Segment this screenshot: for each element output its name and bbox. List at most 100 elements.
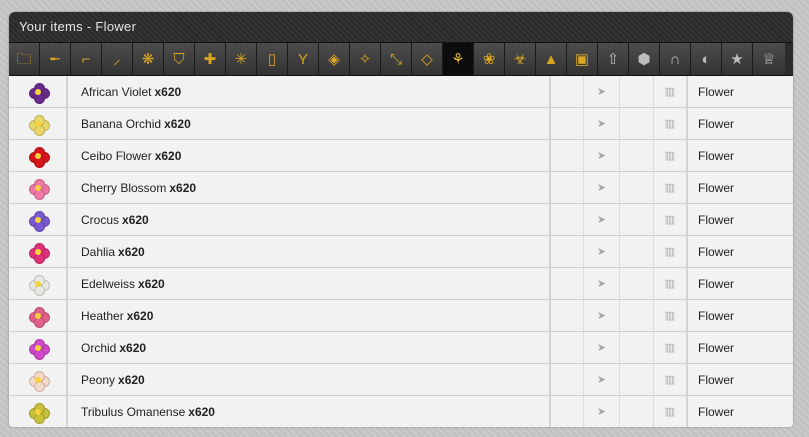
paper-plane-icon: ➤	[596, 374, 607, 386]
trash-button[interactable]: ▥	[654, 268, 688, 299]
send-button[interactable]: ➤	[584, 76, 620, 107]
heather-icon	[28, 306, 50, 328]
trash-button[interactable]: ▥	[654, 172, 688, 203]
cherry-blossom-icon	[28, 178, 50, 200]
trash-button[interactable]: ▥	[654, 300, 688, 331]
trash-button[interactable]: ▥	[654, 140, 688, 171]
tab-gold-bars[interactable]: ▲	[536, 43, 567, 75]
action-cell-empty	[620, 396, 654, 427]
item-row[interactable]: Cherry Blossom x620 ➤ ▥ Flower	[9, 172, 793, 204]
tab-knife[interactable]: ⸝	[102, 43, 133, 75]
trash-button[interactable]: ▥	[654, 332, 688, 363]
tab-car[interactable]: ◐	[691, 43, 722, 75]
tab-diamond[interactable]: ◇	[412, 43, 443, 75]
tab-syringe[interactable]: ⤡	[381, 43, 412, 75]
send-button[interactable]: ➤	[584, 108, 620, 139]
send-button[interactable]: ➤	[584, 172, 620, 203]
trash-button[interactable]: ▥	[654, 108, 688, 139]
tab-star[interactable]: ★	[722, 43, 753, 75]
tab-biohazard[interactable]: ☣	[505, 43, 536, 75]
tab-medical-cross[interactable]: ✚	[195, 43, 226, 75]
tab-trophy[interactable]: ♕	[753, 43, 785, 75]
action-cell-empty	[620, 76, 654, 107]
item-name-cell: Peony x620	[68, 364, 551, 395]
send-button[interactable]: ➤	[584, 396, 620, 427]
item-name: Ceibo Flower	[81, 148, 152, 163]
send-button[interactable]: ➤	[584, 300, 620, 331]
knife-icon: ⸝	[113, 50, 121, 68]
tab-flower[interactable]: ⚘	[443, 43, 474, 75]
trash-button[interactable]: ▥	[654, 76, 688, 107]
tab-pistol[interactable]: ⌐	[71, 43, 102, 75]
tab-candy[interactable]: ◈	[319, 43, 350, 75]
paper-plane-icon: ➤	[596, 182, 607, 194]
item-quantity: x620	[118, 244, 145, 259]
send-button[interactable]: ➤	[584, 140, 620, 171]
paper-plane-icon: ➤	[596, 150, 607, 162]
tab-magic-wand[interactable]: ✧	[350, 43, 381, 75]
teddy-bear-icon: ❀	[482, 50, 496, 68]
item-row[interactable]: African Violet x620 ➤ ▥ Flower	[9, 76, 793, 108]
cannabis-leaf-icon: ✳	[234, 50, 248, 68]
category-tabs: 🗀 ╾ ⌐ ⸝ ❋ ⛉ ✚ ✳ ▯ Y ◈ ✧ ⤡ ◇ ⚘ ❀ ☣ ▲ ▣ ⇧ ⬢ ∩ ◐ ★ ♕	[9, 43, 793, 76]
item-name: Banana Orchid	[81, 116, 162, 131]
tab-cocktail[interactable]: Y	[288, 43, 319, 75]
tab-bottle[interactable]: ▯	[257, 43, 288, 75]
tab-folder[interactable]: 🗀	[9, 43, 40, 75]
banana-orchid-icon	[28, 114, 50, 136]
tab-grenade[interactable]: ❋	[133, 43, 164, 75]
item-name: Orchid	[81, 340, 117, 355]
item-quantity: x620	[126, 308, 154, 323]
item-row[interactable]: Orchid x620 ➤ ▥ Flower	[9, 332, 793, 364]
item-row[interactable]: Ceibo Flower x620 ➤ ▥ Flower	[9, 140, 793, 172]
item-name-cell: African Violet x620	[68, 76, 551, 107]
trash-button[interactable]: ▥	[654, 364, 688, 395]
item-row[interactable]: Crocus x620 ➤ ▥ Flower	[9, 204, 793, 236]
item-row[interactable]: Banana Orchid x620 ➤ ▥ Flower	[9, 108, 793, 140]
rifle-icon: ╾	[50, 50, 60, 68]
item-name: Heather	[81, 308, 124, 323]
tab-teddy-bear[interactable]: ❀	[474, 43, 505, 75]
item-image-cell	[9, 396, 68, 427]
send-button[interactable]: ➤	[584, 332, 620, 363]
tab-box[interactable]: ⬢	[629, 43, 660, 75]
tab-rifle[interactable]: ╾	[40, 43, 71, 75]
trash-can-icon: ▥	[664, 406, 676, 418]
trash-button[interactable]: ▥	[654, 236, 688, 267]
trash-button[interactable]: ▥	[654, 204, 688, 235]
item-type: Flower	[698, 84, 735, 99]
item-type: Flower	[698, 340, 735, 355]
action-cell-empty	[551, 108, 584, 139]
grenade-icon: ❋	[141, 50, 155, 68]
send-button[interactable]: ➤	[584, 364, 620, 395]
pistol-icon: ⌐	[81, 50, 91, 68]
item-row[interactable]: Heather x620 ➤ ▥ Flower	[9, 300, 793, 332]
item-image-cell	[9, 268, 68, 299]
tab-cannabis-leaf[interactable]: ✳	[226, 43, 257, 75]
action-cell-empty	[620, 204, 654, 235]
folder-icon: 🗀	[16, 50, 32, 68]
paper-plane-icon: ➤	[596, 278, 607, 290]
send-button[interactable]: ➤	[584, 236, 620, 267]
item-row[interactable]: Edelweiss x620 ➤ ▥ Flower	[9, 268, 793, 300]
paper-plane-icon: ➤	[596, 342, 607, 354]
item-row[interactable]: Tribulus Omanense x620 ➤ ▥ Flower	[9, 396, 793, 427]
item-name: Peony	[81, 372, 116, 387]
send-button[interactable]: ➤	[584, 204, 620, 235]
tab-upgrade-arrow[interactable]: ⇧	[598, 43, 629, 75]
trophy-icon: ♕	[762, 50, 776, 68]
shield-icon: ⛉	[173, 50, 185, 68]
action-cell-empty	[551, 396, 584, 427]
item-row[interactable]: Peony x620 ➤ ▥ Flower	[9, 364, 793, 396]
send-button[interactable]: ➤	[584, 268, 620, 299]
tab-shield[interactable]: ⛉	[164, 43, 195, 75]
item-quantity: x620	[118, 372, 145, 387]
bottle-icon: ▯	[267, 50, 277, 68]
item-image-cell	[9, 76, 68, 107]
syringe-icon: ⤡	[389, 50, 402, 68]
tab-jacket[interactable]: ∩	[660, 43, 691, 75]
trash-button[interactable]: ▥	[654, 396, 688, 427]
item-row[interactable]: Dahlia x620 ➤ ▥ Flower	[9, 236, 793, 268]
orchid-icon	[28, 338, 50, 360]
tab-shopping-bag[interactable]: ▣	[567, 43, 598, 75]
